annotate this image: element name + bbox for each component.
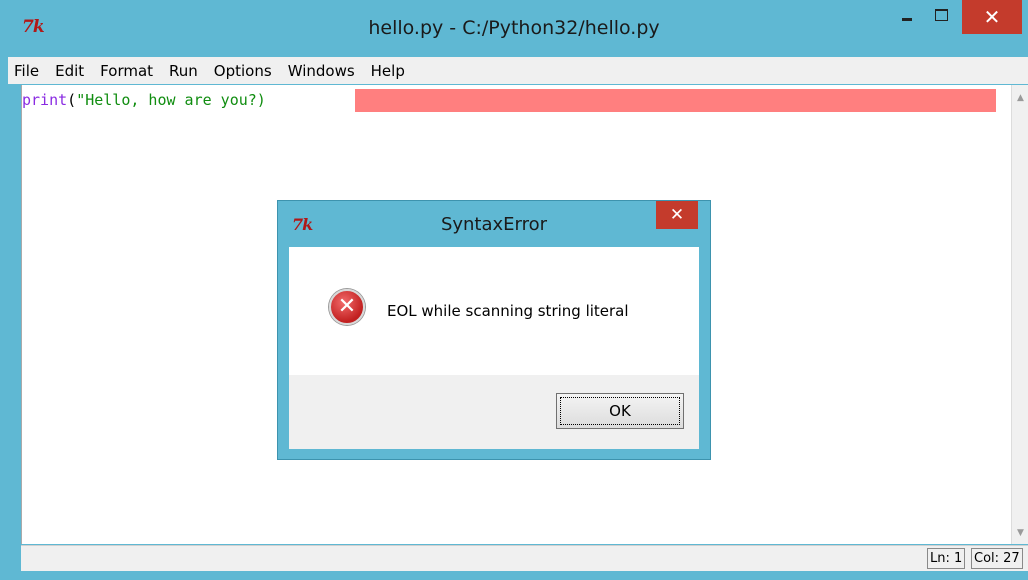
menu-windows[interactable]: Windows	[280, 62, 363, 80]
error-message: EOL while scanning string literal	[387, 302, 629, 320]
dialog-close-button[interactable]: ✕	[656, 201, 698, 229]
code-line[interactable]: print("Hello, how are you?)	[22, 89, 996, 112]
code-function: print	[22, 91, 68, 109]
menu-options[interactable]: Options	[206, 62, 280, 80]
ok-button[interactable]: OK	[556, 393, 684, 429]
menu-help[interactable]: Help	[363, 62, 413, 80]
menu-bar: File Edit Format Run Options Windows Hel…	[8, 57, 1028, 84]
close-icon: ✕	[669, 205, 685, 225]
minimize-button[interactable]	[892, 0, 922, 30]
menu-format[interactable]: Format	[92, 62, 161, 80]
dialog-footer: OK	[289, 375, 699, 449]
code-string: "Hello, how are you?)	[76, 91, 266, 109]
line-number: Ln: 1	[927, 548, 966, 569]
maximize-button[interactable]	[926, 0, 956, 30]
minimize-icon	[902, 17, 912, 21]
dialog-title: SyntaxError	[440, 214, 548, 235]
vertical-scrollbar[interactable]: ▲ ▼	[1011, 85, 1028, 544]
idle-editor-window: 7k hello.py - C:/Python32/hello.py ✕ Fil…	[0, 0, 1028, 580]
title-bar[interactable]: 7k hello.py - C:/Python32/hello.py ✕	[0, 0, 1028, 60]
menu-edit[interactable]: Edit	[47, 62, 92, 80]
menu-run[interactable]: Run	[161, 62, 206, 80]
status-bar: Ln: 1 Col: 27	[21, 545, 1028, 571]
scroll-up-icon[interactable]: ▲	[1012, 90, 1028, 107]
syntax-error-dialog: 7k SyntaxError ✕ ✕ EOL while scanning st…	[277, 200, 711, 460]
close-icon: ✕	[983, 5, 1001, 29]
code-paren: (	[67, 91, 77, 109]
close-button[interactable]: ✕	[962, 0, 1022, 34]
dialog-body: ✕ EOL while scanning string literal	[289, 247, 699, 375]
maximize-icon	[934, 9, 948, 21]
column-number: Col: 27	[971, 548, 1023, 569]
menu-file[interactable]: File	[8, 62, 47, 80]
error-icon: ✕	[329, 289, 365, 325]
focus-ring	[560, 397, 680, 425]
window-title: hello.py - C:/Python32/hello.py	[368, 17, 660, 39]
scroll-down-icon[interactable]: ▼	[1012, 525, 1028, 542]
